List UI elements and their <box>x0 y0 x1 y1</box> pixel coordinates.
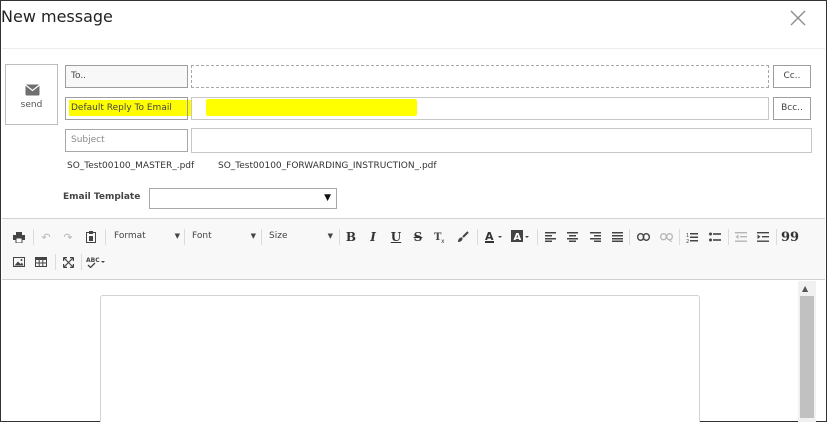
format-dropdown[interactable]: Format ▼ <box>114 227 180 245</box>
indent-icon[interactable] <box>754 228 772 246</box>
image-icon[interactable] <box>10 253 28 271</box>
toolbar-separator <box>184 229 185 245</box>
numbered-list-icon[interactable]: 12 <box>683 228 701 246</box>
editor-scrollbar[interactable]: ▲ <box>798 281 816 422</box>
chevron-down-icon: ▼ <box>174 232 180 240</box>
strikethrough-button[interactable]: S <box>409 228 427 246</box>
svg-text:x: x <box>441 238 445 243</box>
to-input[interactable] <box>191 65 769 88</box>
toolbar-separator <box>728 229 729 245</box>
send-button[interactable]: send <box>5 64 58 125</box>
toolbar-separator <box>55 254 56 270</box>
outdent-icon[interactable] <box>732 228 750 246</box>
unlink-icon[interactable] <box>657 228 675 246</box>
redo-icon[interactable]: ↷ <box>59 228 77 246</box>
message-body-editor[interactable] <box>100 295 700 422</box>
chevron-down-icon: ▼ <box>324 193 331 203</box>
toolbar-separator <box>629 229 630 245</box>
italic-button[interactable]: I <box>364 228 382 246</box>
print-icon[interactable] <box>10 228 28 246</box>
underline-button[interactable]: U <box>387 228 405 246</box>
toolbar-separator <box>776 229 777 245</box>
toolbar-separator <box>679 229 680 245</box>
scrollbar-thumb[interactable] <box>800 296 814 418</box>
blockquote-button[interactable]: 99 <box>781 228 799 246</box>
format-label: Format <box>114 231 146 241</box>
align-right-icon[interactable] <box>586 228 604 246</box>
new-message-dialog: New message send To.. Cc.. Default Reply… <box>0 0 827 422</box>
size-label: Size <box>269 231 288 241</box>
text-color-icon[interactable]: A <box>483 228 505 246</box>
default-reply-to-button[interactable]: Default Reply To Email <box>65 97 188 120</box>
subject-input[interactable] <box>191 128 812 153</box>
table-icon[interactable] <box>32 253 50 271</box>
close-icon[interactable] <box>789 9 807 27</box>
svg-text:2: 2 <box>686 239 689 243</box>
undo-icon[interactable]: ↶ <box>37 228 55 246</box>
bulleted-list-icon[interactable] <box>706 228 724 246</box>
cc-button[interactable]: Cc.. <box>773 65 811 88</box>
paint-brush-icon[interactable] <box>454 228 472 246</box>
toolbar-separator <box>477 229 478 245</box>
send-label: send <box>20 100 43 110</box>
to-button[interactable]: To.. <box>65 65 188 88</box>
editor-toolbar: ↶ ↷ Format ▼ Font ▼ Size ▼ B I U S Tx A … <box>2 218 825 280</box>
email-template-select[interactable]: ▼ <box>149 188 337 209</box>
scroll-up-arrow-icon[interactable]: ▲ <box>802 284 808 293</box>
svg-text:ABC: ABC <box>86 257 100 264</box>
align-left-icon[interactable] <box>541 228 559 246</box>
spellcheck-icon[interactable]: ABC <box>86 253 108 271</box>
background-color-icon[interactable]: A <box>510 228 532 246</box>
font-dropdown[interactable]: Font ▼ <box>192 227 256 245</box>
font-label: Font <box>192 231 212 241</box>
subject-label: Subject <box>65 129 188 152</box>
attachment-link[interactable]: SO_Test00100_MASTER_.pdf <box>67 161 194 171</box>
toolbar-separator <box>261 229 262 245</box>
toolbar-separator <box>33 229 34 245</box>
link-icon[interactable] <box>634 228 652 246</box>
paste-icon[interactable] <box>82 228 100 246</box>
header-divider <box>2 48 825 49</box>
toolbar-separator <box>81 254 82 270</box>
align-justify-icon[interactable] <box>608 228 626 246</box>
toolbar-separator <box>105 229 106 245</box>
align-center-icon[interactable] <box>563 228 581 246</box>
bcc-button[interactable]: Bcc.. <box>773 97 811 120</box>
redacted-email-highlight <box>206 99 417 116</box>
svg-text:A: A <box>514 232 522 243</box>
size-dropdown[interactable]: Size ▼ <box>269 227 333 245</box>
email-template-label: Email Template <box>63 192 141 202</box>
chevron-down-icon: ▼ <box>327 232 333 240</box>
toolbar-separator <box>339 229 340 245</box>
toolbar-separator <box>537 229 538 245</box>
dialog-title: New message <box>1 7 113 26</box>
chevron-down-icon: ▼ <box>250 232 256 240</box>
remove-format-icon[interactable]: Tx <box>431 228 449 246</box>
maximize-icon[interactable] <box>59 253 77 271</box>
envelope-icon <box>25 81 40 100</box>
bold-button[interactable]: B <box>342 228 360 246</box>
attachment-link[interactable]: SO_Test00100_FORWARDING_INSTRUCTION_.pdf <box>218 161 437 171</box>
